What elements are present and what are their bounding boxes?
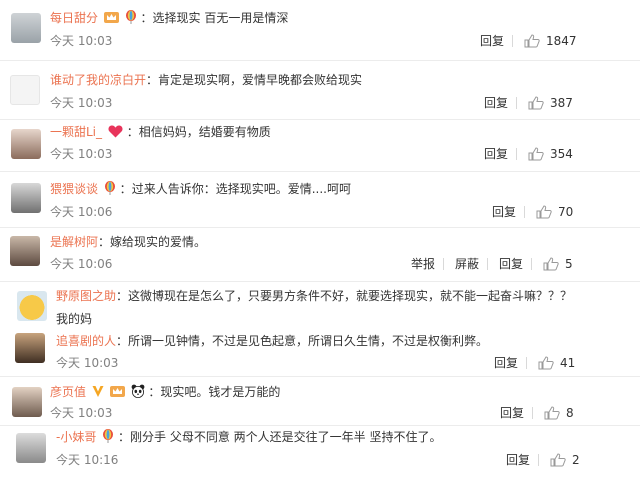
timestamp: 今天 10:16	[56, 453, 119, 467]
thumb-up-icon	[528, 96, 544, 110]
like-count: 70	[558, 205, 574, 219]
reply-button[interactable]: 回复	[494, 355, 518, 371]
avatar[interactable]	[15, 333, 45, 363]
like-button[interactable]: 354	[528, 146, 573, 162]
divider	[487, 258, 488, 270]
like-button[interactable]: 5	[543, 256, 573, 272]
avatar[interactable]	[11, 13, 41, 43]
timestamp: 今天 10:03	[50, 406, 113, 420]
username[interactable]: 追喜剧的人	[56, 334, 116, 348]
divider	[516, 97, 517, 109]
thumb-up-icon	[536, 205, 552, 219]
crown-icon	[103, 12, 119, 23]
like-button[interactable]: 1847	[524, 33, 577, 49]
divider	[524, 206, 525, 218]
like-count: 5	[565, 257, 573, 271]
avatar[interactable]	[12, 387, 42, 417]
username[interactable]: 彦页值	[50, 385, 86, 399]
thumb-up-icon	[528, 147, 544, 161]
reply-button[interactable]: 回复	[480, 33, 504, 49]
comment-text: 所谓一见钟情，不过是见色起意，所谓日久生情，不过是权衡利弊。	[128, 334, 489, 348]
avatar[interactable]	[16, 433, 46, 463]
avatar[interactable]	[10, 75, 40, 105]
comment-item: 猥猥谈谈 ：过来人告诉你：选择现实吧。爱情....呵呵 今天 10:06 回复 …	[0, 172, 640, 228]
like-button[interactable]: 8	[544, 405, 574, 421]
comment-text: 过来人告诉你：选择现实吧。爱情....呵呵	[131, 182, 351, 196]
rainbow-balloon-icon	[125, 10, 136, 24]
reply-button[interactable]: 回复	[506, 452, 530, 468]
divider	[532, 407, 533, 419]
timestamp: 今天 10:06	[50, 205, 113, 219]
reply-button[interactable]: 回复	[499, 256, 523, 272]
timestamp: 今天 10:03	[50, 147, 113, 161]
like-button[interactable]: 387	[528, 95, 573, 111]
like-count: 387	[550, 96, 573, 110]
like-count: 2	[572, 453, 580, 467]
like-count: 8	[566, 406, 574, 420]
username[interactable]: 猥猥谈谈	[50, 182, 98, 196]
comment-text-continued: 我的妈	[56, 312, 93, 326]
username[interactable]: -小妹哥	[56, 430, 96, 444]
divider	[526, 357, 527, 369]
comment-item: 野原图之助：这微博现在是怎么了，只要男方条件不好，就要选择现实，就不能一起奋斗嘛…	[0, 282, 640, 328]
divider	[538, 454, 539, 466]
comment-text: 选择现实 百无一用是情深	[152, 11, 289, 25]
comment-text: 这微博现在是怎么了，只要男方条件不好，就要选择现实，就不能一起奋斗嘛？？？	[128, 289, 573, 303]
like-count: 354	[550, 147, 573, 161]
username[interactable]: 谁动了我的凉白开	[50, 73, 146, 87]
reply-button[interactable]: 回复	[492, 204, 516, 220]
comment-text: 刚分手 父母不同意 两个人还是交往了一年半 坚持不住了。	[130, 430, 442, 444]
timestamp: 今天 10:06	[50, 257, 113, 271]
vip-v-icon	[92, 386, 104, 397]
reply-button[interactable]: 回复	[500, 405, 524, 421]
comment-list: 每日甜分 ：选择现实 百无一用是情深 今天 10:03 回复 1847 谁动了我…	[0, 0, 640, 480]
comment-text: 嫁给现实的爱情。	[110, 235, 207, 249]
timestamp: 今天 10:03	[50, 96, 113, 110]
like-button[interactable]: 41	[538, 355, 575, 371]
divider	[531, 258, 532, 270]
divider	[512, 35, 513, 47]
comment-text: 相信妈妈，结婚要有物质	[138, 125, 271, 139]
divider	[516, 148, 517, 160]
comment-text: 现实吧。钱才是万能的	[160, 385, 281, 399]
comment-item: 谁动了我的凉白开：肯定是现实啊，爱情早晚都会败给现实 今天 10:03 回复 3…	[0, 61, 640, 119]
timestamp: 今天 10:03	[56, 356, 119, 370]
timestamp: 今天 10:03	[50, 34, 113, 48]
like-count: 41	[560, 356, 576, 370]
thumb-up-icon	[550, 453, 566, 467]
username[interactable]: 野原图之助	[56, 289, 116, 303]
comment-item: 彦页值 ：现实吧。钱才是万能的 今天 10:03 回复 8	[0, 377, 640, 427]
avatar[interactable]	[11, 129, 41, 159]
comment-item: 一颗甜Li_ ：相信妈妈，结婚要有物质 今天 10:03 回复 354	[0, 120, 640, 172]
like-count: 1847	[546, 34, 577, 48]
thumb-up-icon	[544, 406, 560, 420]
like-button[interactable]: 2	[550, 452, 580, 468]
crown-icon	[109, 386, 125, 397]
username[interactable]: 是解树阿	[50, 235, 98, 249]
avatar[interactable]	[17, 291, 47, 321]
rainbow-balloon-icon	[104, 181, 115, 195]
report-button[interactable]: 举报	[411, 256, 435, 272]
divider	[443, 258, 444, 270]
like-button[interactable]: 70	[536, 204, 573, 220]
avatar[interactable]	[10, 236, 40, 266]
username[interactable]: 每日甜分	[50, 11, 98, 25]
comment-text: 肯定是现实啊，爱情早晚都会败给现实	[158, 73, 363, 87]
rainbow-balloon-icon	[103, 429, 114, 443]
username[interactable]: 一颗甜Li_	[50, 125, 102, 139]
comment-item: 追喜剧的人：所谓一见钟情，不过是见色起意，所谓日久生情，不过是权衡利弊。 今天 …	[0, 328, 640, 378]
reply-button[interactable]: 回复	[484, 95, 508, 111]
comment-item: 是解树阿：嫁给现实的爱情。 今天 10:06 举报 屏蔽 回复 5	[0, 228, 640, 282]
block-button[interactable]: 屏蔽	[455, 256, 479, 272]
thumb-up-icon	[524, 34, 540, 48]
thumb-up-icon	[538, 356, 554, 370]
reply-button[interactable]: 回复	[484, 146, 508, 162]
panda-icon	[131, 384, 144, 398]
comment-item: 每日甜分 ：选择现实 百无一用是情深 今天 10:03 回复 1847	[0, 0, 640, 58]
thumb-up-icon	[543, 257, 559, 271]
comment-item: -小妹哥 ：刚分手 父母不同意 两个人还是交往了一年半 坚持不住了。 今天 10…	[0, 426, 640, 480]
heart-icon	[108, 125, 123, 138]
avatar[interactable]	[11, 183, 41, 213]
